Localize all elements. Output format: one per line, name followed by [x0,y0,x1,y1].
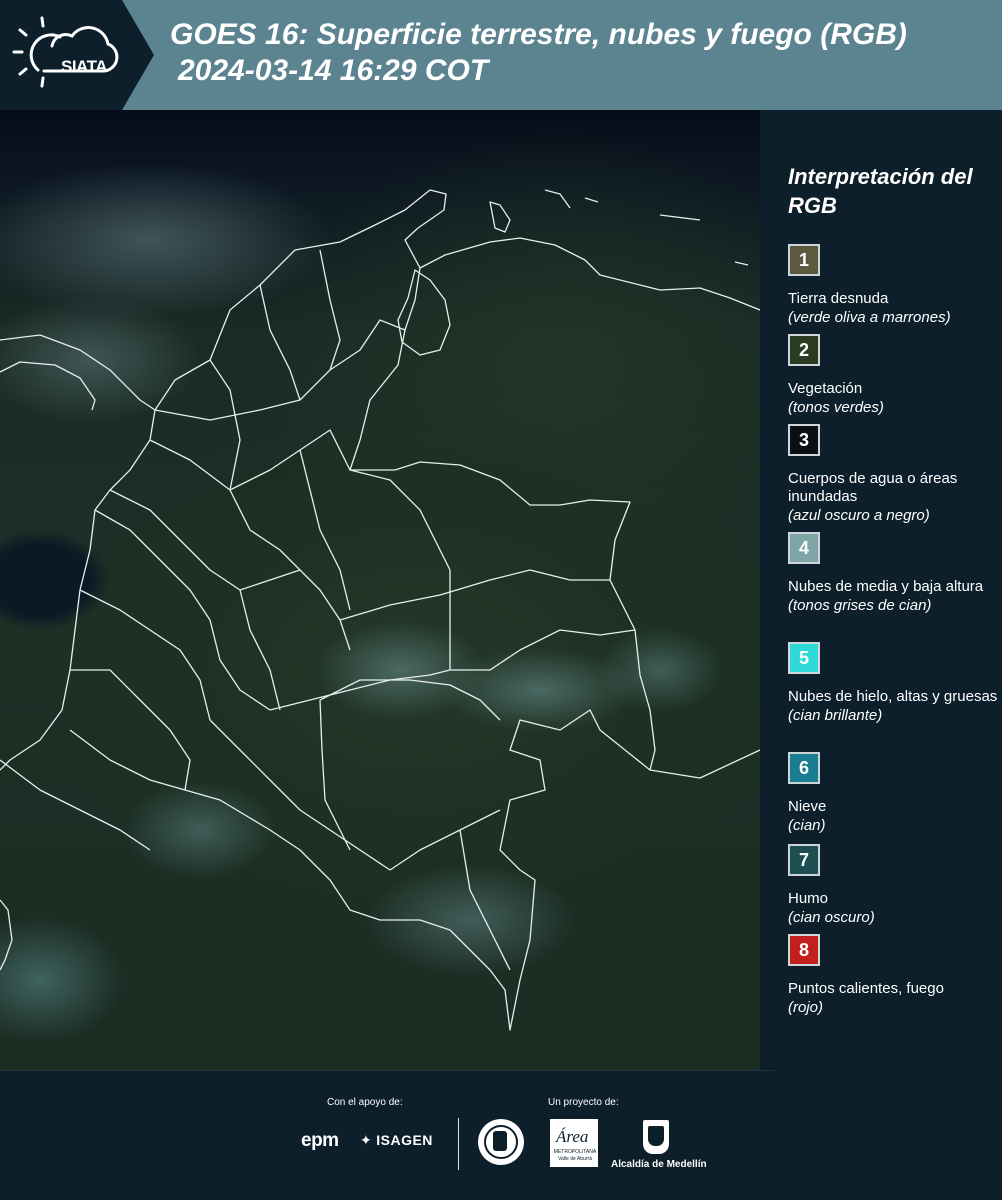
department-boundary [149,429,351,491]
legend-desc: (cian) [788,817,826,834]
legend-swatch: 1 [788,244,820,276]
department-boundary [389,809,501,871]
department-boundary [299,449,351,611]
legend-title: Interpretación del RGB [788,164,973,218]
rgb-legend: Interpretación del RGB 1 Tierra desnuda … [760,110,1002,1070]
department-boundary [209,719,391,871]
ecuador-border [0,759,151,851]
department-boundary [339,569,610,621]
coast-island [584,197,599,203]
area-metropolitana-logo[interactable]: Área METROPOLITANA Valle de Aburrá [550,1119,598,1167]
legend-item-low-clouds: 4 Nubes de media y baja altura (tonos gr… [788,532,998,615]
ecuador-coast [0,899,13,971]
legend-label: Vegetación [788,380,863,397]
logo-text: SIATA [61,57,107,76]
coast-island [489,201,511,233]
satellite-map[interactable] [0,110,760,1070]
legend-swatch: 3 [788,424,820,456]
legend-swatch: 4 [788,532,820,564]
department-boundary [239,589,281,711]
legend-desc: (verde oliva a marrones) [788,309,951,326]
department-boundary [319,699,351,851]
legend-swatch: 2 [788,334,820,366]
coast-island [544,189,571,209]
siata-logo[interactable]: SIATA [12,14,124,94]
area-word: Área [556,1127,589,1146]
footer: Con el apoyo de: Un proyecto de: epm ✦ IS… [0,1070,1002,1200]
legend-item-snow: 6 Nieve (cian) [788,752,998,835]
caribbean-coastline [154,189,760,411]
sun-cloud-icon [12,16,119,88]
department-boundary [209,359,281,551]
footer-top-rule [0,1070,775,1071]
epm-logo[interactable]: epm [301,1130,339,1152]
university-seal-icon[interactable] [478,1119,524,1165]
legend-label: Cuerpos de agua o áreas inundadas [788,470,958,505]
legend-desc: (azul oscuro a negro) [788,507,930,524]
legend-item-bare-land: 1 Tierra desnuda (verde oliva a marrones… [788,244,998,327]
legend-swatch: 8 [788,934,820,966]
medellin-crest-icon[interactable] [643,1120,669,1154]
legend-item-vegetation: 2 Vegetación (tonos verdes) [788,334,998,417]
map-boundaries [0,189,760,1031]
legend-desc: (rojo) [788,999,824,1016]
legend-item-smoke: 7 Humo (cian oscuro) [788,844,998,927]
department-boundary [259,284,301,401]
coast-island [734,261,749,266]
title-product: GOES 16: Superficie terrestre, nubes y f… [170,18,907,51]
legend-desc: (cian oscuro) [788,909,875,926]
legend-item-water: 3 Cuerpos de agua o áreas inundadas (azu… [788,424,998,525]
isagen-text: ISAGEN [376,1132,433,1148]
legend-item-ice-clouds: 5 Nubes de hielo, altas y gruesas (cian … [788,642,998,725]
legend-label: Humo [788,890,829,907]
legend-label: Tierra desnuda [788,290,889,307]
venezuela-border [649,749,760,779]
department-boundary [94,509,271,711]
legend-label: Nubes de hielo, altas y gruesas [788,688,998,705]
legend-label: Puntos calientes, fuego [788,980,944,997]
department-boundary [70,669,191,791]
legend-label: Nieve [788,798,827,815]
title-timestamp: 2024-03-14 16:29 COT [178,54,489,87]
area-subtitle: METROPOLITANA Valle de Aburrá [553,1149,597,1162]
department-boundary [279,549,351,651]
seal-emblem [493,1131,507,1151]
isagen-logo[interactable]: ✦ ISAGEN [360,1132,433,1149]
legend-label: Nubes de media y baja altura [788,578,984,595]
page-title: GOES 16: Superficie terrestre, nubes y f… [170,17,907,89]
panama-coast [0,361,96,411]
pacific-coastline [0,334,156,771]
colombia-border [69,267,656,1031]
isagen-icon: ✦ [360,1132,373,1148]
legend-desc: (tonos grises de cian) [788,597,932,614]
legend-desc: (cian brillante) [788,707,883,724]
department-boundary [349,469,451,670]
department-boundary [79,589,211,721]
legend-desc: (tonos verdes) [788,399,884,416]
legend-swatch: 5 [788,642,820,674]
footer-divider [458,1118,459,1170]
lake-maracaibo [397,269,451,356]
crest-inner [648,1126,664,1146]
department-boundary [109,489,301,591]
legend-swatch: 6 [788,752,820,784]
department-boundary [319,249,341,371]
support-label: Con el apoyo de: [327,1097,403,1108]
project-label: Un proyecto de: [548,1097,619,1108]
coast-island [659,214,701,221]
medellin-label: Alcaldía de Medellín [611,1159,707,1170]
legend-item-fire: 8 Puntos calientes, fuego (rojo) [788,934,998,1017]
legend-swatch: 7 [788,844,820,876]
department-boundary [319,679,501,721]
department-boundary [459,829,511,971]
header: SIATA GOES 16: Superficie terrestre, nub… [0,0,1002,110]
